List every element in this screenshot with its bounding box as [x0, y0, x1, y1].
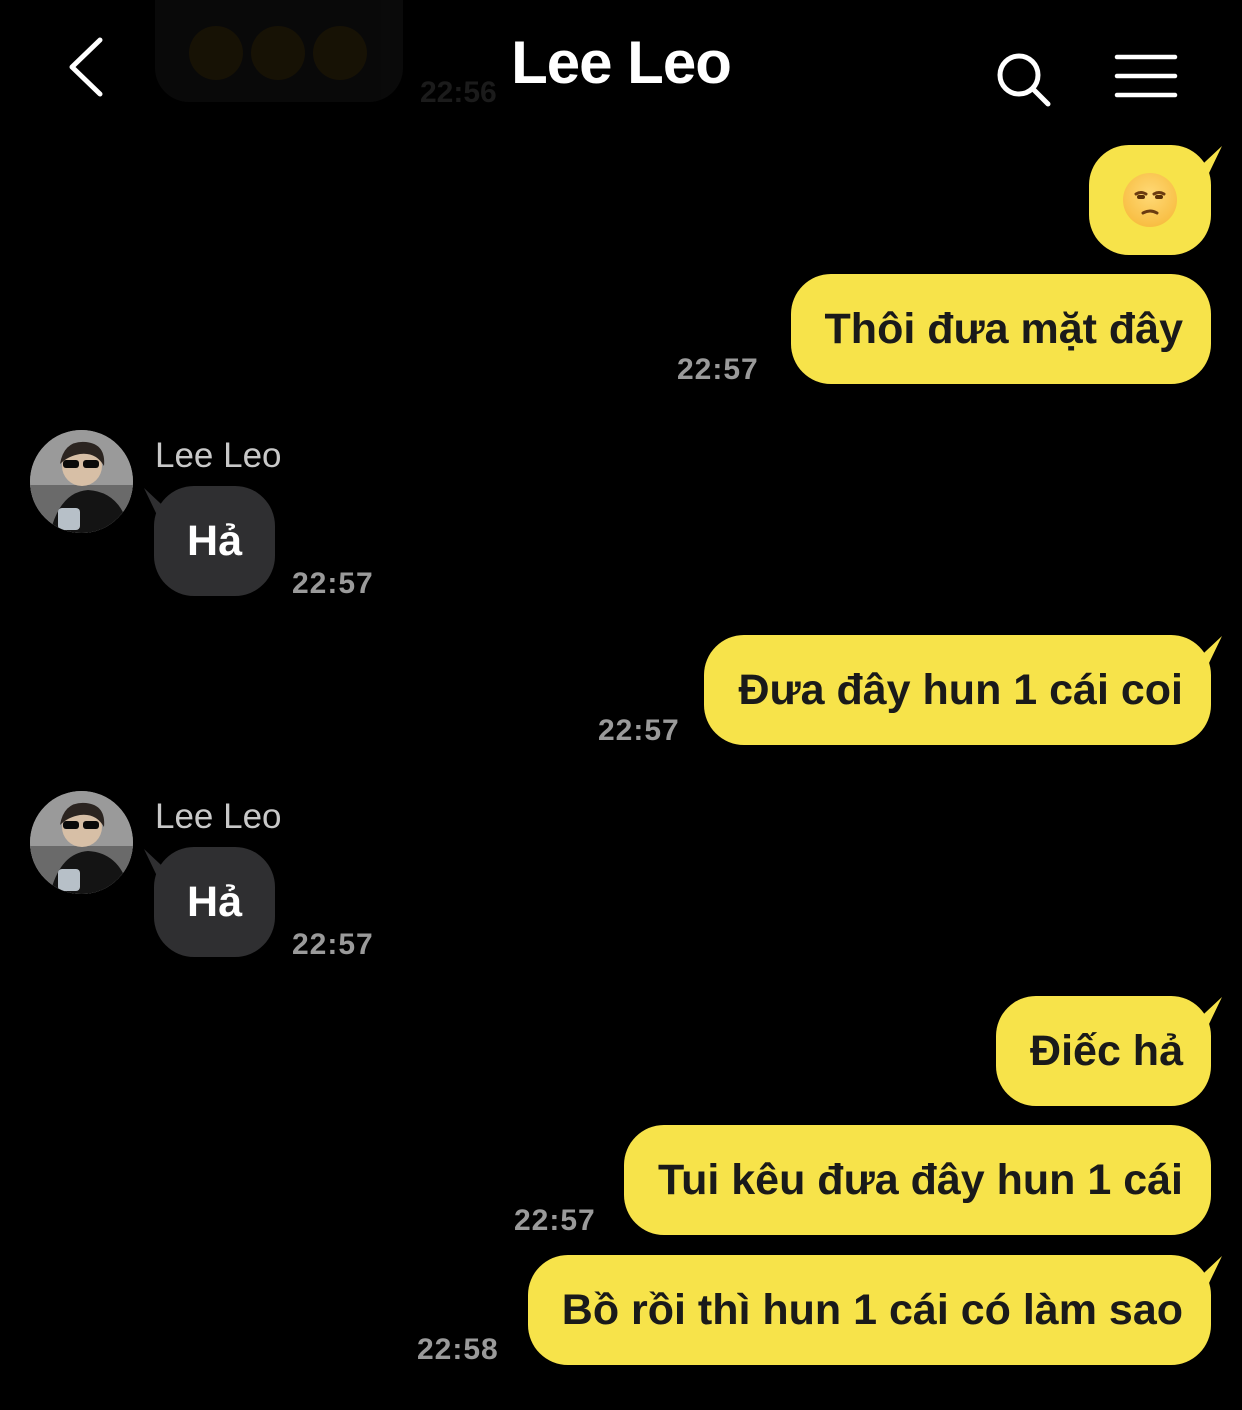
avatar[interactable] [30, 430, 133, 533]
message-text: Bồ rồi thì hun 1 cái có làm sao [561, 1285, 1183, 1334]
incoming-message-bubble[interactable]: Hả [154, 847, 275, 957]
message-time: 22:57 [677, 353, 759, 386]
message-text: Điếc hả [1030, 1026, 1183, 1075]
outgoing-message-bubble[interactable]: Bồ rồi thì hun 1 cái có làm sao [527, 1255, 1211, 1365]
sender-name: Lee Leo [155, 797, 282, 836]
outgoing-emoji-bubble[interactable] [1089, 145, 1211, 255]
incoming-message-bubble[interactable]: Hả [154, 486, 275, 596]
avatar[interactable] [30, 791, 133, 894]
outgoing-message-bubble[interactable]: Thôi đưa mặt đây [790, 274, 1211, 384]
chat-header: 22:56 Lee Leo [0, 0, 1242, 130]
message-time: 22:57 [598, 714, 680, 747]
unamused-face-icon [1123, 173, 1177, 227]
avatar-photo [30, 430, 133, 533]
message-time: 22:58 [417, 1333, 499, 1366]
message-text: Hả [187, 516, 242, 565]
menu-button[interactable] [1114, 52, 1178, 102]
message-time: 22:57 [514, 1204, 596, 1237]
message-time: 22:57 [292, 928, 374, 961]
message-text: Tui kêu đưa đây hun 1 cái [658, 1155, 1183, 1204]
message-text: Hả [187, 877, 242, 926]
message-text: Thôi đưa mặt đây [824, 304, 1183, 353]
outgoing-message-bubble[interactable]: Tui kêu đưa đây hun 1 cái [624, 1125, 1211, 1235]
sender-name: Lee Leo [155, 436, 282, 475]
chat-title: Lee Leo [511, 29, 732, 96]
search-icon [997, 53, 1051, 107]
avatar-photo [30, 791, 133, 894]
outgoing-message-bubble[interactable]: Đưa đây hun 1 cái coi [704, 635, 1211, 745]
search-button[interactable] [994, 50, 1054, 110]
hamburger-menu-icon [1114, 54, 1178, 98]
message-text: Đưa đây hun 1 cái coi [738, 665, 1183, 714]
outgoing-message-bubble[interactable]: Điếc hả [996, 996, 1211, 1106]
message-time: 22:57 [292, 567, 374, 600]
